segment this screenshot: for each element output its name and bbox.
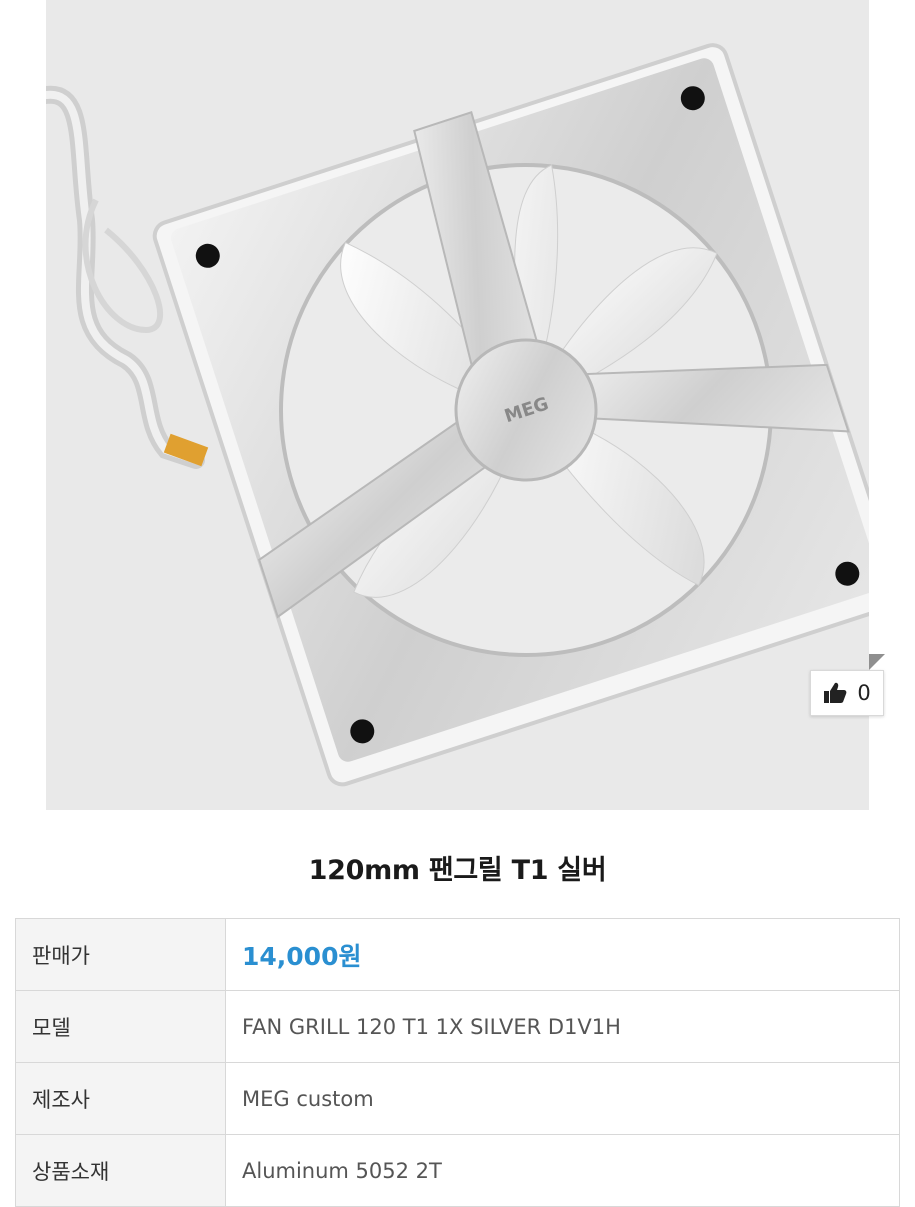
- image-corner-tab: [869, 654, 885, 670]
- price-value: 14,000원: [225, 918, 900, 991]
- spec-label: 제조사: [15, 1062, 226, 1135]
- fan-grill-illustration: MEG: [46, 43, 869, 787]
- material-value: Aluminum 5052 2T: [225, 1134, 900, 1207]
- spec-row-material: 상품소재 Aluminum 5052 2T: [15, 1134, 900, 1207]
- spec-table: 판매가 14,000원 모델 FAN GRILL 120 T1 1X SILVE…: [15, 918, 900, 1207]
- like-button[interactable]: 0: [810, 670, 884, 716]
- product-image[interactable]: MEG: [46, 0, 869, 810]
- spec-row-manufacturer: 제조사 MEG custom: [15, 1062, 900, 1135]
- thumbs-up-icon: [824, 682, 847, 703]
- spec-label: 모델: [15, 990, 226, 1063]
- spec-label: 상품소재: [15, 1134, 226, 1207]
- manufacturer-value: MEG custom: [225, 1062, 900, 1135]
- model-value: FAN GRILL 120 T1 1X SILVER D1V1H: [225, 990, 900, 1063]
- product-title: 120mm 팬그릴 T1 실버: [308, 855, 607, 886]
- spec-label: 판매가: [15, 918, 226, 991]
- spec-row-model: 모델 FAN GRILL 120 T1 1X SILVER D1V1H: [15, 990, 900, 1063]
- like-count: 0: [857, 681, 871, 705]
- spec-row-price: 판매가 14,000원: [15, 918, 900, 991]
